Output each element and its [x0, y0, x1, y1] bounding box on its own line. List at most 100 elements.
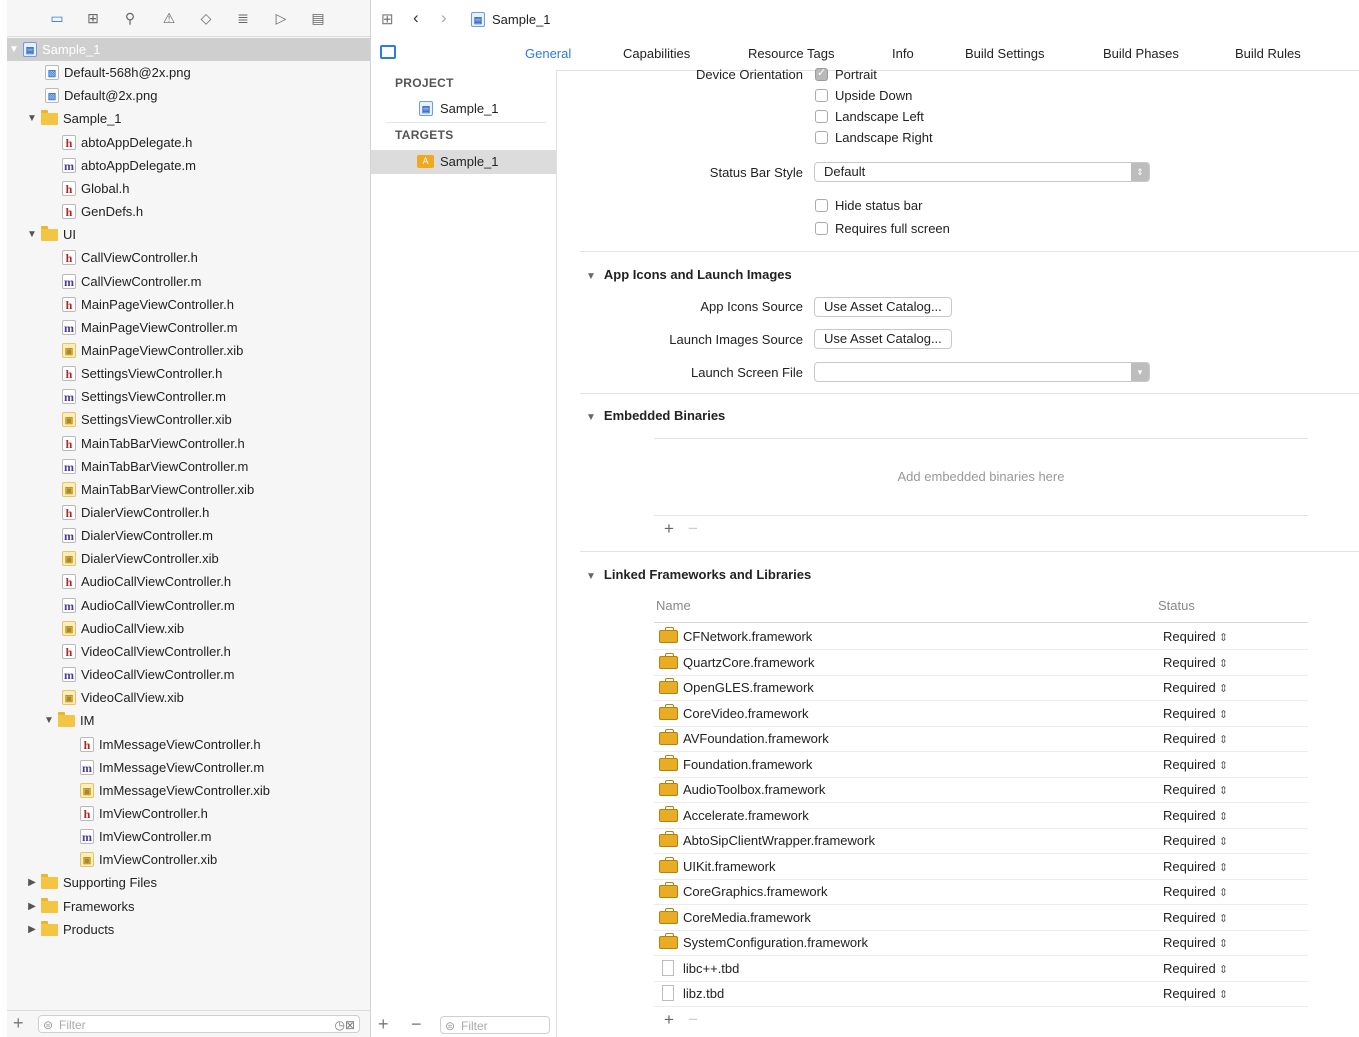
report-icon[interactable]: ▤ — [308, 9, 328, 27]
orientation-checkbox[interactable] — [815, 110, 828, 123]
tree-item[interactable]: h SettingsViewController.h — [7, 362, 370, 385]
app-icons-asset-catalog-button[interactable]: Use Asset Catalog... — [814, 297, 952, 317]
table-row[interactable]: UIKit.framework Required ⇕ — [654, 854, 1308, 880]
disclosure-open-icon[interactable]: ▼ — [27, 223, 37, 246]
disclosure-closed-icon[interactable]: ▶ — [27, 871, 37, 894]
tree-item[interactable]: m abtoAppDelegate.m — [7, 154, 370, 177]
back-chevron-icon[interactable]: ‹ — [413, 8, 419, 28]
tree-item[interactable]: h MainTabBarViewController.h — [7, 432, 370, 455]
table-row[interactable]: OpenGLES.framework Required ⇕ — [654, 675, 1308, 701]
tree-item[interactable]: ▼ IM — [7, 709, 370, 732]
tab-build-phases[interactable]: Build Phases — [1103, 46, 1179, 61]
orientation-checkbox[interactable] — [815, 66, 828, 81]
app-icons-section-header[interactable]: ▼ App Icons and Launch Images — [586, 267, 792, 282]
tree-item[interactable]: m VideoCallViewController.m — [7, 663, 370, 686]
table-row[interactable]: Foundation.framework Required ⇕ — [654, 752, 1308, 778]
navigator-filter-input[interactable]: ⊜ Filter ◷⊠ — [38, 1015, 360, 1033]
tree-item[interactable]: m ImMessageViewController.m — [7, 756, 370, 779]
remove-icon[interactable]: − — [688, 1010, 698, 1029]
tree-item[interactable]: m DialerViewController.m — [7, 524, 370, 547]
tree-item[interactable]: ▶ Supporting Files — [7, 871, 370, 894]
warning-icon[interactable]: ⚠ — [159, 9, 179, 27]
tree-item[interactable]: ▣ VideoCallView.xib — [7, 686, 370, 709]
remove-icon[interactable]: − — [688, 519, 698, 538]
project-item[interactable]: ▤ Sample_1 — [371, 97, 556, 121]
tree-item[interactable]: ▣ MainTabBarViewController.xib — [7, 478, 370, 501]
status-popup[interactable]: Required ⇕ — [1163, 624, 1228, 651]
status-popup[interactable]: Required ⇕ — [1163, 726, 1228, 753]
status-popup[interactable]: Required ⇕ — [1163, 650, 1228, 677]
table-row[interactable]: AbtoSipClientWrapper.framework Required ⇕ — [654, 828, 1308, 854]
status-popup[interactable]: Required ⇕ — [1163, 828, 1228, 855]
table-row[interactable]: CoreMedia.framework Required ⇕ — [654, 905, 1308, 931]
tree-item[interactable]: ▧ Default-568h@2x.png — [7, 61, 370, 84]
launch-screen-file-combo[interactable]: ▾ — [814, 362, 1150, 382]
tree-item[interactable]: h abtoAppDelegate.h — [7, 131, 370, 154]
tree-item[interactable]: h DialerViewController.h — [7, 501, 370, 524]
status-popup[interactable]: Required ⇕ — [1163, 981, 1228, 1008]
disclosure-closed-icon[interactable]: ▶ — [27, 895, 37, 918]
hide-status-bar-checkbox[interactable] — [815, 199, 828, 212]
tree-item[interactable]: ▣ ImViewController.xib — [7, 848, 370, 871]
embedded-add-remove[interactable]: + − — [664, 519, 698, 539]
tree-item[interactable]: m AudioCallViewController.m — [7, 594, 370, 617]
tree-item[interactable]: h ImViewController.h — [7, 802, 370, 825]
symbol-navigator-icon[interactable]: ⊞ — [83, 9, 103, 27]
tree-item[interactable]: ▶ Products — [7, 918, 370, 941]
tree-item[interactable]: m ImViewController.m — [7, 825, 370, 848]
tree-item[interactable]: ▼ ▤ Sample_1 — [7, 38, 370, 61]
search-icon[interactable]: ⚲ — [120, 9, 140, 27]
tab-general[interactable]: General — [525, 46, 571, 61]
test-diamond-icon[interactable]: ◇ — [196, 9, 216, 27]
sidebar-toggle-icon[interactable] — [380, 45, 396, 59]
tree-item[interactable]: ▧ Default@2x.png — [7, 84, 370, 107]
table-row[interactable]: AudioToolbox.framework Required ⇕ — [654, 777, 1308, 803]
tree-item[interactable]: ▣ MainPageViewController.xib — [7, 339, 370, 362]
tab-resource-tags[interactable]: Resource Tags — [748, 46, 834, 61]
tree-item[interactable]: ▣ ImMessageViewController.xib — [7, 779, 370, 802]
tree-item[interactable]: h MainPageViewController.h — [7, 293, 370, 316]
tab-build-rules[interactable]: Build Rules — [1235, 46, 1301, 61]
status-popup[interactable]: Required ⇕ — [1163, 701, 1228, 728]
add-icon[interactable]: + — [13, 1013, 24, 1034]
add-target-icon[interactable]: + — [378, 1014, 389, 1035]
column-header-name[interactable]: Name — [656, 598, 691, 613]
requires-full-screen-checkbox[interactable] — [815, 222, 828, 235]
status-popup[interactable]: Required ⇕ — [1163, 930, 1228, 957]
table-row[interactable]: CoreGraphics.framework Required ⇕ — [654, 879, 1308, 905]
jumpbar-project-name[interactable]: Sample_1 — [492, 12, 551, 27]
table-row[interactable]: QuartzCore.framework Required ⇕ — [654, 650, 1308, 676]
disclosure-open-icon[interactable]: ▼ — [9, 38, 19, 61]
table-row[interactable]: AVFoundation.framework Required ⇕ — [654, 726, 1308, 752]
tree-item[interactable]: ▣ DialerViewController.xib — [7, 547, 370, 570]
launch-images-asset-catalog-button[interactable]: Use Asset Catalog... — [814, 329, 952, 349]
disclosure-open-icon[interactable]: ▼ — [44, 709, 54, 732]
status-popup[interactable]: Required ⇕ — [1163, 803, 1228, 830]
tree-item[interactable]: ▼ Sample_1 — [7, 107, 370, 130]
embedded-binaries-section-header[interactable]: ▼ Embedded Binaries — [586, 408, 725, 423]
tree-item[interactable]: h Global.h — [7, 177, 370, 200]
status-popup[interactable]: Required ⇕ — [1163, 752, 1228, 779]
tree-item[interactable]: h AudioCallViewController.h — [7, 570, 370, 593]
tree-item[interactable]: m MainTabBarViewController.m — [7, 455, 370, 478]
table-row[interactable]: libc++.tbd Required ⇕ — [654, 956, 1308, 982]
status-popup[interactable]: Required ⇕ — [1163, 777, 1228, 804]
tree-item[interactable]: h ImMessageViewController.h — [7, 733, 370, 756]
status-popup[interactable]: Required ⇕ — [1163, 956, 1228, 983]
tree-item[interactable]: ▣ SettingsViewController.xib — [7, 408, 370, 431]
tree-item[interactable]: m CallViewController.m — [7, 270, 370, 293]
tree-item[interactable]: h CallViewController.h — [7, 246, 370, 269]
status-popup[interactable]: Required ⇕ — [1163, 675, 1228, 702]
targets-filter-input[interactable]: ⊜ Filter — [440, 1016, 550, 1034]
tree-item[interactable]: m MainPageViewController.m — [7, 316, 370, 339]
linked-add-remove[interactable]: + − — [664, 1010, 698, 1030]
table-row[interactable]: SystemConfiguration.framework Required ⇕ — [654, 930, 1308, 956]
table-row[interactable]: Accelerate.framework Required ⇕ — [654, 803, 1308, 829]
table-row[interactable]: libz.tbd Required ⇕ — [654, 981, 1308, 1007]
tree-item[interactable]: ▣ AudioCallView.xib — [7, 617, 370, 640]
status-popup[interactable]: Required ⇕ — [1163, 854, 1228, 881]
target-item[interactable]: A Sample_1 — [371, 150, 556, 174]
tree-item[interactable]: m SettingsViewController.m — [7, 385, 370, 408]
tree-item[interactable]: ▼ UI — [7, 223, 370, 246]
orientation-checkbox[interactable] — [815, 131, 828, 144]
